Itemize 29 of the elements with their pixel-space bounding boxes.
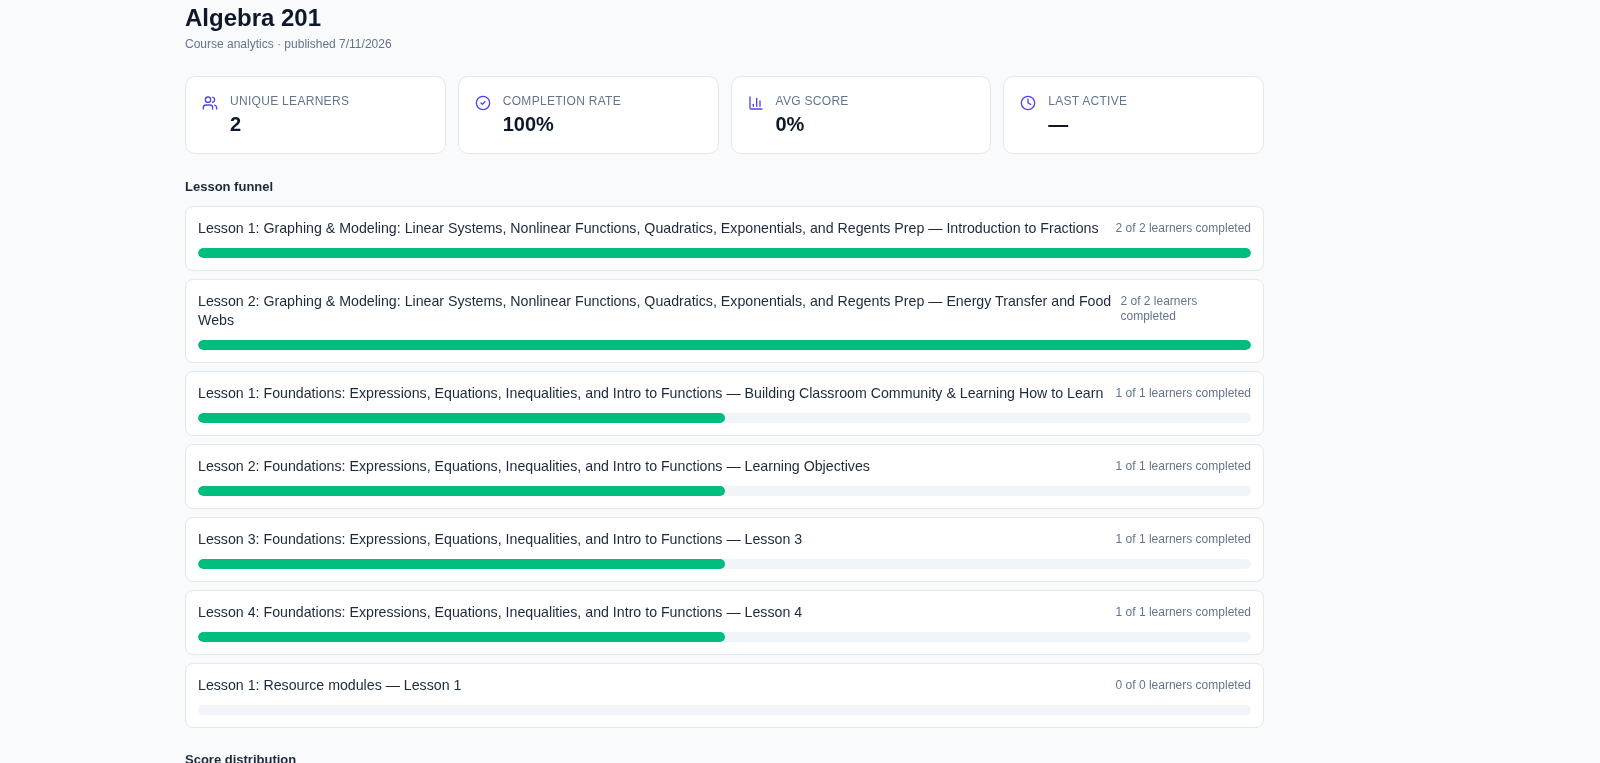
completion-count: 2 of 2 learners completed <box>1115 221 1251 236</box>
completion-count: 1 of 1 learners completed <box>1115 386 1251 401</box>
completion-count: 2 of 2 learners completed <box>1120 294 1199 324</box>
stat-label: LAST ACTIVE <box>1048 93 1128 109</box>
completion-count: 1 of 1 learners completed <box>1115 605 1251 620</box>
lesson-title: Lesson 1: Foundations: Expressions, Equations, Inequalities, and Intro to Functions — Building Classroom Community & Learning How to Learn <box>198 384 1105 403</box>
lesson-title: Lesson 3: Foundations: Expressions, Equations, Inequalities, and Intro to Functions — Lesson 3 <box>198 530 804 549</box>
section-heading: Lesson funnel <box>185 178 274 196</box>
lesson-title: Lesson 1: Graphing & Modeling: Linear Systems, Nonlinear Functions, Quadratics, Exponentials, and Regents Prep — Introduction to Fractions <box>198 219 1100 238</box>
lesson-title: Lesson 2: Graphing & Modeling: Linear Systems, Nonlinear Functions, Quadratics, Exponentials, and Regents Prep — Energy Transfer and Food Webs <box>198 292 1113 330</box>
lesson-title: Lesson 2: Foundations: Expressions, Equations, Inequalities, and Intro to Functions — Learning Objectives <box>198 457 871 476</box>
stat-value: 100% <box>502 112 554 137</box>
stat-value: 2 <box>230 112 242 137</box>
bar-chart-icon <box>747 95 764 111</box>
stat-label: UNIQUE LEARNERS <box>230 93 350 109</box>
completion-count: 1 of 1 learners completed <box>1115 532 1251 547</box>
stat-label: AVG SCORE <box>775 93 849 109</box>
clock-icon <box>1020 95 1037 111</box>
page-subtitle: Course analytics · published 7/11/2026 <box>185 36 392 52</box>
stat-value: — <box>1048 112 1069 137</box>
page-title: Algebra 201 <box>185 3 322 33</box>
lesson-title: Lesson 1: Resource modules — Lesson 1 <box>198 676 463 695</box>
users-icon <box>202 95 218 111</box>
lesson-title: Lesson 4: Foundations: Expressions, Equations, Inequalities, and Intro to Functions — Lesson 4 <box>198 603 804 622</box>
stat-value: 0% <box>775 112 805 137</box>
stat-label: COMPLETION RATE <box>502 93 622 109</box>
completion-count: 1 of 1 learners completed <box>1115 459 1251 474</box>
check-circle-icon <box>474 95 491 111</box>
completion-count: 0 of 0 learners completed <box>1115 678 1251 693</box>
